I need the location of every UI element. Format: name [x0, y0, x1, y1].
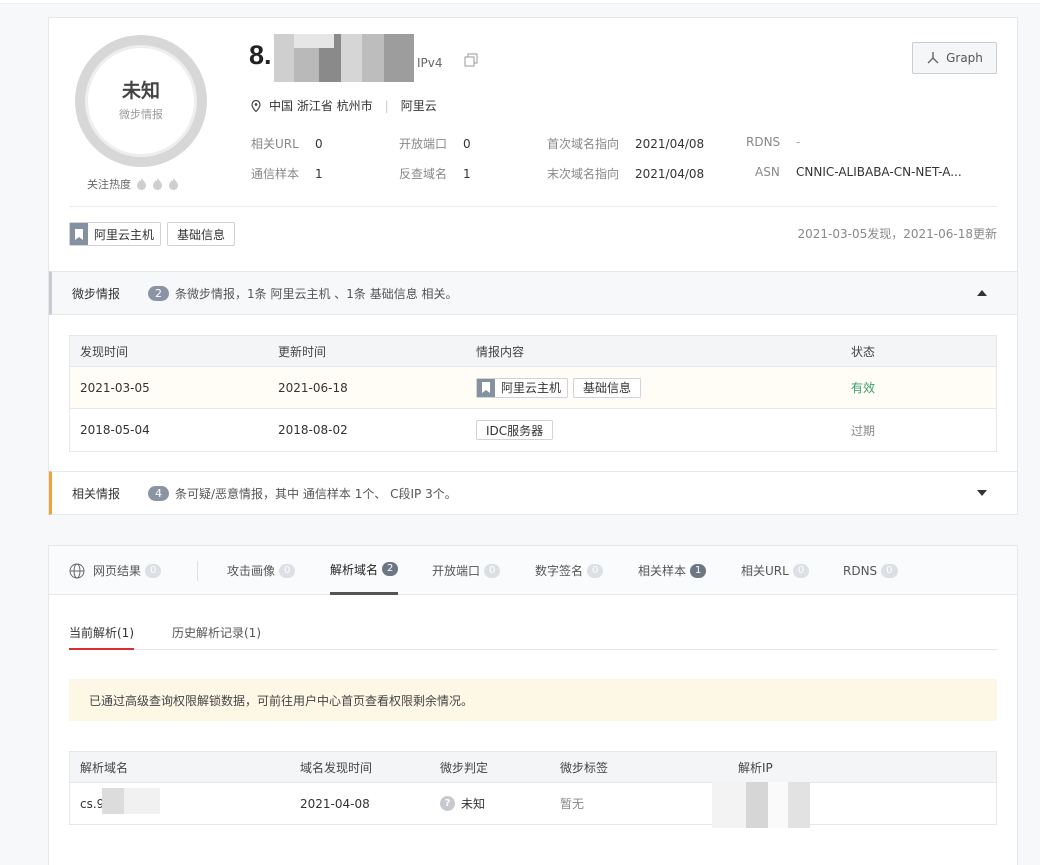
domain-redacted [102, 787, 160, 814]
table-row: 2018-05-04 2018-08-02 IDC服务器 过期 [70, 409, 996, 451]
field-last-dns: 末次域名指向 2021/04/08 [547, 167, 705, 181]
graph-button-label: Graph [946, 51, 983, 65]
found-updated-text: 2021-03-05发现，2021-06-18更新 [797, 227, 997, 241]
graph-button[interactable]: Graph [912, 42, 997, 74]
dns-table: 解析域名 域名发现时间 微步判定 微步标签 解析IP cs.9 2021-04-… [69, 751, 997, 828]
question-icon: ? [440, 796, 455, 811]
intel-section-desc: 条微步情报，1条 阿里云主机 、1条 基础信息 相关。 [175, 286, 458, 301]
tab-attack-profile[interactable]: 攻击画像 0 [227, 546, 296, 595]
intel-section-label: 微步情报 [72, 286, 121, 301]
status-badge: 有效 [851, 381, 876, 395]
location-row: 中国 浙江省 杭州市 | 阿里云 [251, 97, 437, 114]
subtab-current-resolution[interactable]: 当前解析(1) [69, 624, 134, 650]
intel-table-header: 发现时间 更新时间 情报内容 状态 [70, 336, 996, 367]
field-first-dns: 首次域名指向 2021/04/08 [547, 137, 705, 151]
field-related-url: 相关URL 0 [251, 137, 323, 151]
tag-aliyun-host[interactable]: 阿里云主机 [476, 377, 569, 398]
field-reverse-domain: 反查域名 1 [399, 167, 471, 181]
dns-table-header: 解析域名 域名发现时间 微步判定 微步标签 解析IP [70, 752, 996, 783]
related-count-badge: 4 [148, 485, 170, 501]
detail-tabs-card: 网页结果 0 攻击画像 0 解析域名 2 开放端口 0 数字签名 0 相关样本 1 相关UR… [48, 545, 1018, 865]
field-open-port: 开放端口 0 [399, 137, 471, 151]
tab-open-ports[interactable]: 开放端口 0 [432, 546, 501, 595]
location-text: 中国 浙江省 杭州市 [269, 99, 373, 113]
tag-idc-server[interactable]: IDC服务器 [476, 420, 554, 440]
field-rdns: RDNS - [746, 135, 801, 149]
globe-icon [69, 563, 85, 578]
ip-type-label: IPv4 [417, 56, 443, 70]
field-asn: ASN CNNIC-ALIBABA-CN-NET-A... [755, 165, 962, 179]
asn-value[interactable]: CNNIC-ALIBABA-CN-NET-A... [796, 165, 962, 179]
open-port-count[interactable]: 0 [463, 137, 471, 151]
tag-row: 阿里云主机 基础信息 [69, 222, 236, 246]
intel-table: 发现时间 更新时间 情报内容 状态 2021-03-05 2021-06-18 … [69, 335, 997, 452]
tag-aliyun-host[interactable]: 阿里云主机 [69, 222, 162, 246]
related-section-header[interactable]: 相关情报 4 条可疑/恶意情报，其中 通信样本 1个、 C段IP 3个。 [49, 471, 1017, 515]
flame-icon [153, 178, 162, 190]
bookmark-icon [70, 223, 88, 245]
related-url-count[interactable]: 0 [315, 137, 323, 151]
comm-sample-count[interactable]: 1 [315, 167, 323, 181]
related-section-label: 相关情报 [72, 486, 121, 501]
flame-icon [137, 178, 146, 190]
location-separator: | [384, 98, 389, 113]
isp-text: 阿里云 [400, 99, 437, 113]
verdict-ring: 未知 微步情报 [75, 35, 207, 167]
tab-related-url[interactable]: 相关URL 0 [741, 546, 810, 595]
status-badge: 过期 [851, 423, 876, 438]
ip-redacted [712, 781, 810, 828]
tab-related-samples[interactable]: 相关样本 1 [638, 546, 707, 595]
heat-label: 关注热度 [87, 178, 131, 191]
intel-section-header[interactable]: 微步情报 2 条微步情报，1条 阿里云主机 、1条 基础信息 相关。 [49, 271, 1017, 315]
heat-indicator: 关注热度 [87, 176, 179, 192]
tag-basic-info[interactable]: 基础信息 [167, 222, 236, 246]
divider [69, 206, 997, 207]
permission-notice: 已通过高级查询权限解锁数据，可前往用户中心首页查看权限剩余情况。 [69, 679, 997, 721]
reverse-domain-count[interactable]: 1 [463, 167, 471, 181]
graph-icon [927, 52, 939, 64]
table-row: cs.9 2021-04-08 ? 未知 暂无 [70, 781, 996, 828]
ip-address-title: 8. [249, 40, 272, 70]
copy-icon[interactable] [464, 53, 478, 67]
tab-bar: 网页结果 0 攻击画像 0 解析域名 2 开放端口 0 数字签名 0 相关样本 1 相关UR… [49, 546, 1017, 595]
domain-link[interactable]: cs.9 [80, 797, 104, 811]
tag-basic-info[interactable]: 基础信息 [573, 377, 642, 398]
subtab-history-resolution[interactable]: 历史解析记录(1) [172, 624, 261, 650]
subtab-bar: 当前解析(1) 历史解析记录(1) [69, 616, 997, 650]
ip-address-redacted [274, 34, 414, 82]
bookmark-icon [477, 378, 495, 397]
table-row: 2021-03-05 2021-06-18 阿里云主机 基础信息 有效 [70, 367, 996, 409]
ip-overview-card: 未知 微步情报 关注热度 8. IPv4 Graph 中国 浙江省 杭州市 | … [48, 17, 1018, 515]
tab-rdns[interactable]: RDNS 0 [843, 546, 898, 595]
tab-separator [197, 561, 198, 581]
flame-icon [169, 178, 178, 190]
collapse-caret-icon[interactable] [977, 290, 987, 296]
location-pin-icon [251, 99, 261, 112]
top-strip [0, 0, 1040, 4]
field-comm-sample: 通信样本 1 [251, 167, 323, 181]
expand-caret-icon[interactable] [977, 490, 987, 496]
verdict-source: 微步情报 [119, 108, 163, 121]
tab-resolved-domains[interactable]: 解析域名 2 [330, 546, 399, 595]
verdict-label: 未知 [121, 80, 160, 102]
tab-digital-signature[interactable]: 数字签名 0 [535, 546, 604, 595]
tab-web-results[interactable]: 网页结果 0 [69, 546, 162, 595]
intel-count-badge: 2 [148, 285, 170, 301]
related-section-desc: 条可疑/恶意情报，其中 通信样本 1个、 C段IP 3个。 [175, 486, 457, 501]
